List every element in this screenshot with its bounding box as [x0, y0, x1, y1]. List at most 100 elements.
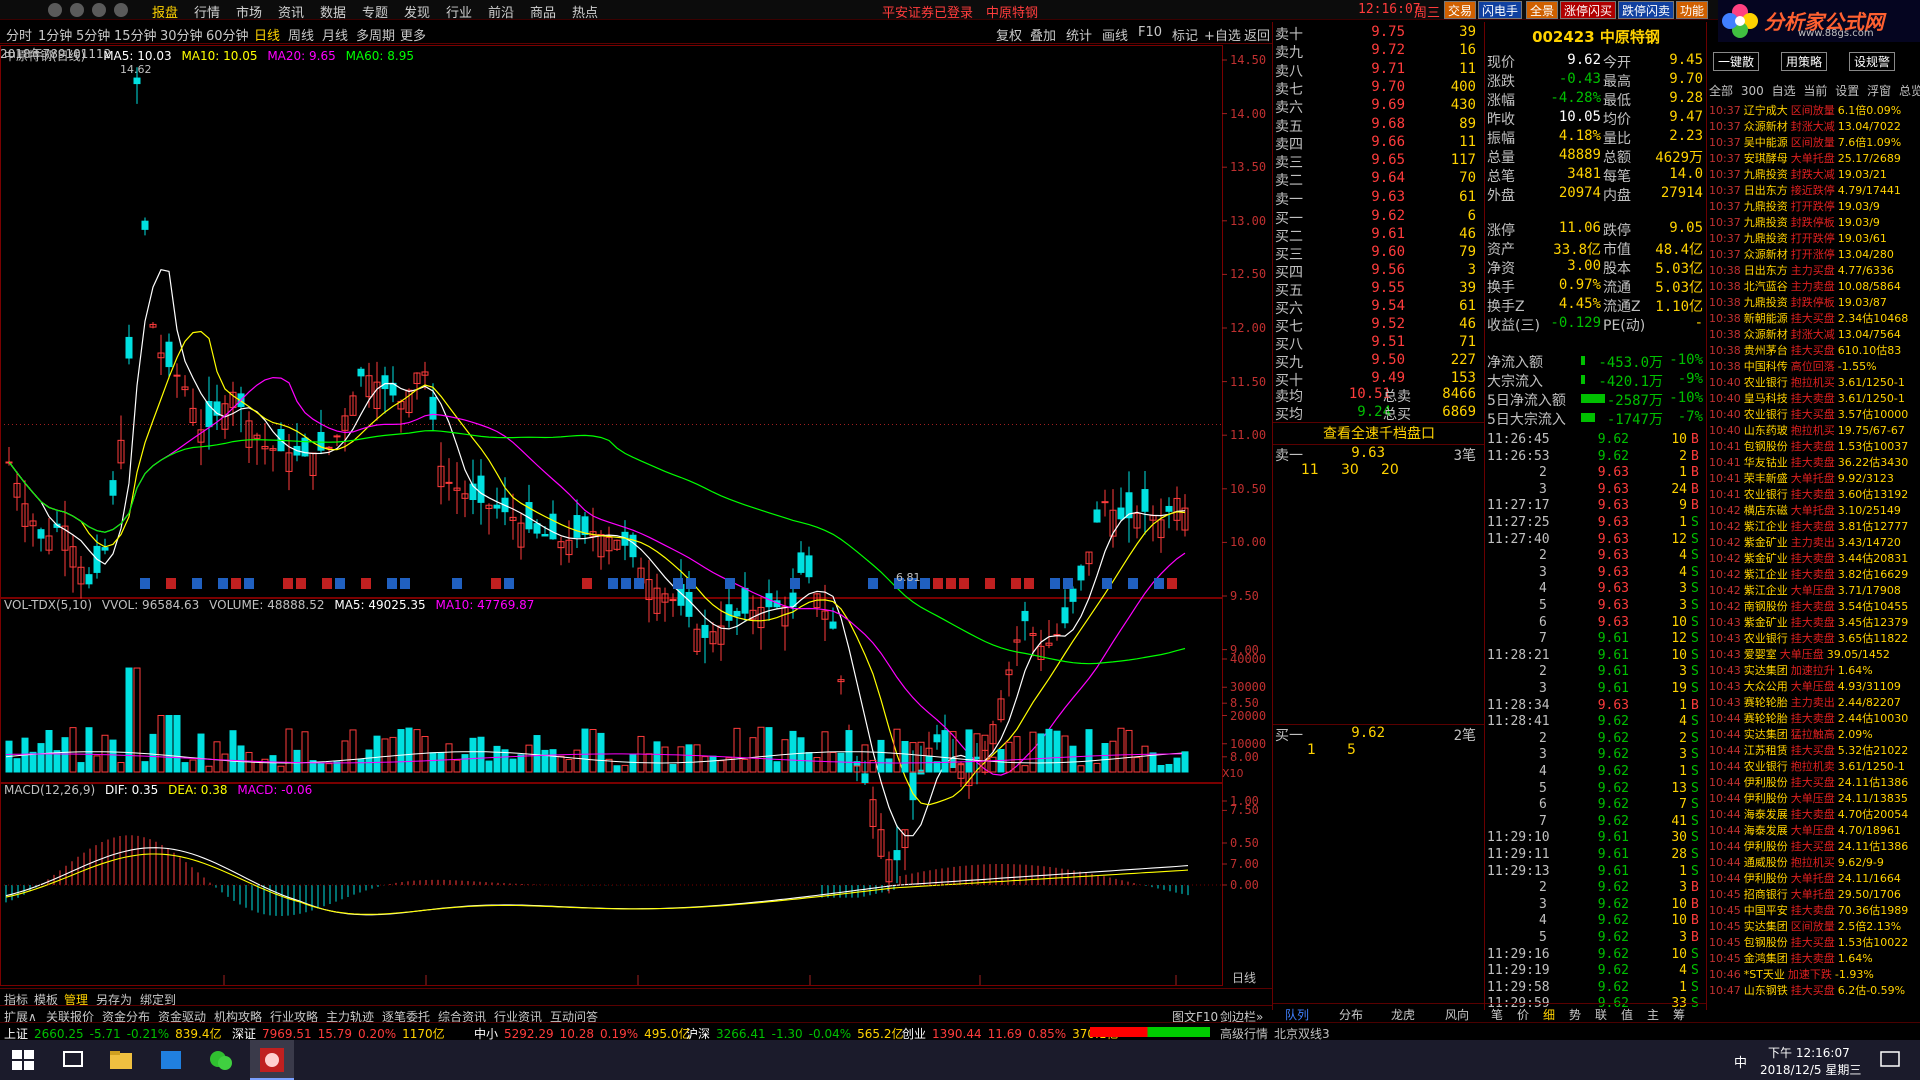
tab-distribution[interactable]: 分布: [1339, 1006, 1363, 1023]
alert-item[interactable]: 10:44 伊利股份 挂大买盘 24.11估1386: [1709, 838, 1920, 854]
mark-button[interactable]: 标记: [1172, 25, 1198, 44]
alert-item[interactable]: 10:41 华友钴业 挂大卖盘 36.22估3430: [1709, 454, 1920, 470]
alert-item[interactable]: 10:37 吴中能源 区间放量 7.6倍1.09%: [1709, 134, 1920, 150]
store-icon[interactable]: [156, 1046, 186, 1074]
tab-main[interactable]: 主: [1647, 1006, 1659, 1023]
panorama-button[interactable]: 全景: [1526, 1, 1559, 19]
alert-item[interactable]: 10:42 横店东磁 大单托盘 3.10/25149: [1709, 502, 1920, 518]
adjust-button[interactable]: 复权: [996, 25, 1022, 44]
tab-period-60min[interactable]: 60分钟: [206, 25, 249, 44]
tab-queue[interactable]: 队列: [1285, 1006, 1309, 1023]
window-dot-icon[interactable]: [92, 3, 106, 17]
tab-link[interactable]: 联: [1595, 1006, 1607, 1023]
alert-item[interactable]: 10:37 九鼎投资 打开跌停 19.03/9: [1709, 198, 1920, 214]
alert-item[interactable]: 10:38 九鼎投资 封跌停板 19.03/87: [1709, 294, 1920, 310]
tab-settings[interactable]: 设置: [1835, 84, 1859, 98]
draw-line-button[interactable]: 画线: [1102, 25, 1128, 44]
alert-item[interactable]: 10:45 包钢股份 挂大买盘 1.53估10022: [1709, 934, 1920, 950]
tab-price[interactable]: 价: [1517, 1006, 1529, 1023]
menu-item-shuju[interactable]: 数据: [320, 2, 346, 21]
alert-item[interactable]: 10:38 新朝能源 挂大买盘 2.34估10468: [1709, 310, 1920, 326]
tab-period-intraday[interactable]: 分时: [6, 25, 32, 44]
alert-item[interactable]: 10:43 大众公用 大单压盘 4.93/31109: [1709, 678, 1920, 694]
alert-item[interactable]: 10:45 招商银行 大单托盘 29.50/1706: [1709, 886, 1920, 902]
alert-item[interactable]: 10:42 紫江企业 挂大卖盘 3.81估12777: [1709, 518, 1920, 534]
alert-item[interactable]: 10:46 *ST天业 加速下跌 -1.93%: [1709, 966, 1920, 982]
alert-item[interactable]: 10:43 农业银行 挂大卖盘 3.65估11822: [1709, 630, 1920, 646]
trade-button[interactable]: 交易: [1444, 1, 1477, 19]
alert-item[interactable]: 10:37 众源新材 打开涨停 13.04/280: [1709, 246, 1920, 262]
tray-time[interactable]: 下午 12:16:07: [1768, 1044, 1850, 1061]
task-view-icon[interactable]: [58, 1046, 88, 1074]
alert-item[interactable]: 10:44 海泰发展 大单压盘 4.70/18961: [1709, 822, 1920, 838]
f10-button[interactable]: F10: [1138, 25, 1162, 40]
tab-period-month[interactable]: 月线: [322, 25, 348, 44]
alert-item[interactable]: 10:42 紫江企业 挂大卖盘 3.82估16629: [1709, 566, 1920, 582]
alert-item[interactable]: 10:44 通威股份 抱拉机买 9.62/9-9: [1709, 854, 1920, 870]
alert-item[interactable]: 10:44 海泰发展 挂大卖盘 4.70估20054: [1709, 806, 1920, 822]
menu-item-faxian[interactable]: 发现: [404, 2, 430, 21]
alert-item[interactable]: 10:37 众源新材 封涨大减 13.04/7022: [1709, 118, 1920, 134]
alert-item[interactable]: 10:45 金鸿集团 挂大卖盘 1.64%: [1709, 950, 1920, 966]
tab-all[interactable]: 全部: [1709, 84, 1733, 98]
one-key-button[interactable]: 一键散: [1713, 52, 1760, 71]
tab-period-day[interactable]: 日线: [254, 25, 280, 44]
menu-item-baopan[interactable]: 报盘: [152, 2, 178, 21]
tab-float[interactable]: 浮窗: [1867, 84, 1891, 98]
menu-item-hangye[interactable]: 行业: [446, 2, 472, 21]
window-dot-icon[interactable]: [48, 3, 62, 17]
notification-icon[interactable]: [1878, 1048, 1902, 1072]
alert-item[interactable]: 10:42 紫江企业 大单压盘 3.71/17908: [1709, 582, 1920, 598]
tab-period-more[interactable]: 更多: [400, 25, 426, 44]
menu-item-shichang[interactable]: 市场: [236, 2, 262, 21]
chart-canvas[interactable]: [0, 45, 1272, 990]
alert-item[interactable]: 10:41 荣丰新盛 大单托盘 9.92/3123: [1709, 470, 1920, 486]
alert-item[interactable]: 10:47 山东钢铁 挂大买盘 6.2估-0.59%: [1709, 982, 1920, 998]
menu-item-hangqing[interactable]: 行情: [194, 2, 220, 21]
tab-period-week[interactable]: 周线: [288, 25, 314, 44]
back-button[interactable]: 返回: [1244, 25, 1270, 44]
tray-date[interactable]: 2018/12/5 星期三: [1760, 1061, 1861, 1078]
tab-300[interactable]: 300: [1741, 84, 1764, 98]
alert-item[interactable]: 10:37 九鼎投资 封跌大减 19.03/21: [1709, 166, 1920, 182]
alert-item[interactable]: 10:40 皇马科技 挂大卖盘 3.61/1250-1: [1709, 390, 1920, 406]
tab-watchlist[interactable]: 自选: [1772, 84, 1796, 98]
alert-item[interactable]: 10:45 中国平安 挂大卖盘 70.36估1989: [1709, 902, 1920, 918]
menu-item-redian[interactable]: 热点: [572, 2, 598, 21]
alert-item[interactable]: 10:44 实达集团 猛拉触高 2.09%: [1709, 726, 1920, 742]
menu-item-shangpin[interactable]: 商品: [530, 2, 556, 21]
tab-period-15min[interactable]: 15分钟: [114, 25, 157, 44]
alert-item[interactable]: 10:38 众源新材 封涨大减 13.04/7564: [1709, 326, 1920, 342]
alert-item[interactable]: 10:44 伊利股份 大单托盘 24.11/1664: [1709, 870, 1920, 886]
tab-trend[interactable]: 势: [1569, 1006, 1581, 1023]
alert-settings-button[interactable]: 设规警: [1849, 52, 1896, 71]
ime-indicator[interactable]: 中: [1734, 1052, 1747, 1071]
file-explorer-icon[interactable]: [106, 1046, 136, 1074]
alert-item[interactable]: 10:44 江苏租赁 挂大买盘 5.32估21022: [1709, 742, 1920, 758]
menu-item-zhuanti[interactable]: 专题: [362, 2, 388, 21]
alert-item[interactable]: 10:43 实达集团 加速拉升 1.64%: [1709, 662, 1920, 678]
alert-item[interactable]: 10:43 爱婴室 大单压盘 39.05/1452: [1709, 646, 1920, 662]
tab-chips[interactable]: 筹: [1673, 1006, 1685, 1023]
alert-item[interactable]: 10:45 实达集团 区间放量 2.5倍2.13%: [1709, 918, 1920, 934]
tab-period-5min[interactable]: 5分钟: [76, 25, 110, 44]
flash-hand-button[interactable]: 闪电手: [1478, 1, 1523, 19]
overlay-button[interactable]: 叠加: [1030, 25, 1056, 44]
alert-item[interactable]: 10:38 贵州茅台 挂大买盘 610.10估83: [1709, 342, 1920, 358]
alert-item[interactable]: 10:43 紫金矿业 挂大卖盘 3.45估12379: [1709, 614, 1920, 630]
alert-item[interactable]: 10:42 紫金矿业 挂大卖盘 3.44估20831: [1709, 550, 1920, 566]
window-dot-icon[interactable]: [114, 3, 128, 17]
alert-item[interactable]: 10:37 九鼎投资 封跌停板 19.03/9: [1709, 214, 1920, 230]
alert-item[interactable]: 10:41 包钢股份 挂大卖盘 1.53估10037: [1709, 438, 1920, 454]
alert-item[interactable]: 10:44 赛轮轮胎 挂大卖盘 2.44估10030: [1709, 710, 1920, 726]
alert-item[interactable]: 10:44 伊利股份 挂大买盘 24.11估1386: [1709, 774, 1920, 790]
alert-item[interactable]: 10:40 农业银行 挂大买盘 3.57估10000: [1709, 406, 1920, 422]
alert-item[interactable]: 10:40 农业银行 抱拉机买 3.61/1250-1: [1709, 374, 1920, 390]
tab-period-multi[interactable]: 多周期: [356, 25, 395, 44]
alert-item[interactable]: 10:37 辽宁成大 区间放量 6.1倍0.09%: [1709, 102, 1920, 118]
tab-period-1min[interactable]: 1分钟: [38, 25, 72, 44]
tab-dragon-tiger[interactable]: 龙虎: [1391, 1006, 1415, 1023]
active-app-tab[interactable]: [250, 1040, 294, 1080]
alert-item[interactable]: 10:38 中国科传 高位回落 -1.55%: [1709, 358, 1920, 374]
tab-detail[interactable]: 细: [1543, 1006, 1555, 1023]
